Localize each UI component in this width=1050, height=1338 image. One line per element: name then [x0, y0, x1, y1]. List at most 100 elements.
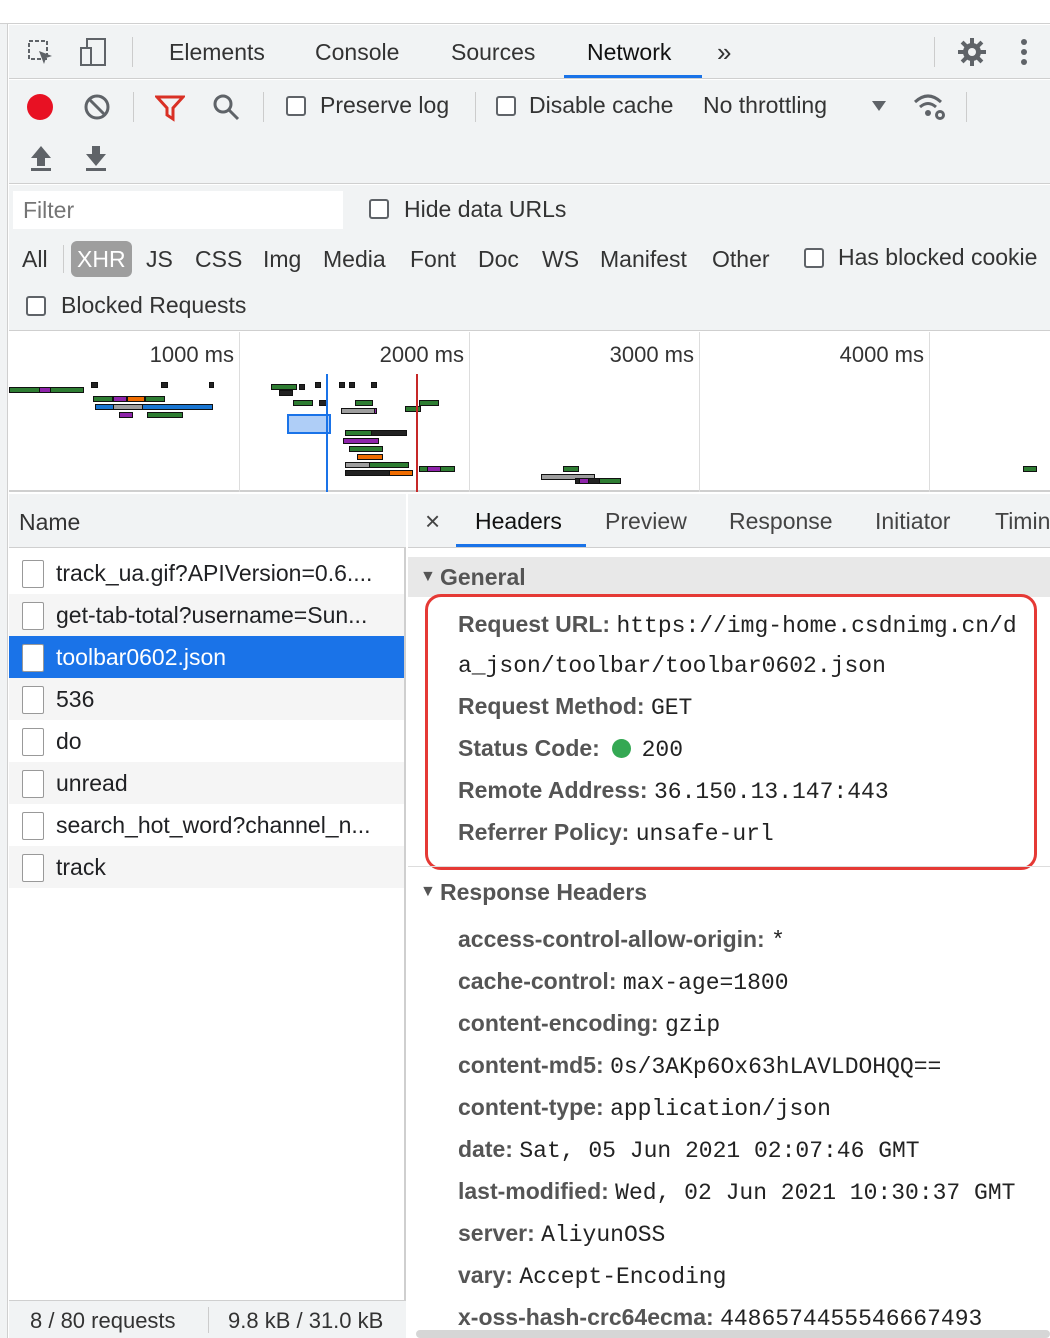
type-filter-font[interactable]: Font [410, 241, 456, 277]
request-name: toolbar0602.json [56, 644, 227, 670]
close-icon[interactable]: × [425, 494, 440, 548]
tab-timing[interactable]: Timin [995, 494, 1050, 548]
clear-icon[interactable] [83, 93, 111, 126]
header-key: date: [458, 1136, 513, 1162]
header-key: x-oss-hash-crc64ecma: [458, 1304, 714, 1330]
timeline-bar [349, 446, 383, 452]
timeline-bar [161, 382, 168, 388]
request-url-label: Request URL: [458, 611, 611, 637]
more-tabs-icon[interactable]: » [717, 25, 731, 79]
type-filter-media[interactable]: Media [323, 241, 386, 277]
type-filter-css[interactable]: CSS [195, 241, 242, 277]
header-key: vary: [458, 1262, 513, 1288]
timeline-bar [349, 382, 355, 388]
timeline-bar [279, 390, 293, 396]
expand-triangle-icon: ▼ [420, 568, 436, 585]
load-event-line [416, 374, 418, 492]
type-filter-img[interactable]: Img [263, 241, 301, 277]
requests-table-header[interactable]: Name [9, 494, 406, 548]
response-headers-title: Response Headers [440, 879, 648, 905]
filter-funnel-icon[interactable] [153, 94, 187, 127]
export-har-download-icon[interactable] [84, 144, 108, 177]
tab-response[interactable]: Response [729, 494, 833, 548]
general-section-header[interactable]: ▼ General [408, 557, 1050, 597]
record-icon[interactable] [25, 92, 55, 127]
blocked-requests-checkbox[interactable] [26, 296, 46, 316]
devtools-tab-bar: Elements Console Sources Network » [9, 25, 1050, 79]
file-icon [22, 644, 44, 672]
timeline-bar [345, 470, 395, 476]
request-row-selected[interactable]: toolbar0602.json [9, 636, 404, 678]
network-conditions-wifi-icon[interactable] [913, 92, 947, 127]
header-key: content-encoding: [458, 1010, 659, 1036]
device-toolbar-icon[interactable] [79, 37, 109, 72]
response-header-row: vary: Accept-Encoding [458, 1262, 726, 1290]
request-name: 536 [56, 686, 95, 712]
response-headers-section-header[interactable]: ▼ Response Headers [408, 872, 1050, 912]
request-row[interactable]: track [9, 846, 404, 888]
filter-input[interactable] [13, 191, 343, 229]
request-row[interactable]: 536 [9, 678, 404, 720]
kebab-menu-icon[interactable] [1019, 37, 1029, 72]
horizontal-scrollbar[interactable] [416, 1330, 1050, 1338]
request-row[interactable]: track_ua.gif?APIVersion=0.6.... [9, 552, 404, 594]
throttling-select[interactable]: No throttling [703, 92, 827, 119]
tab-elements[interactable]: Elements [169, 25, 265, 79]
expand-triangle-icon: ▼ [420, 883, 436, 900]
hide-data-urls-checkbox[interactable] [369, 199, 389, 219]
request-name: track [56, 854, 106, 880]
request-url-row: Request URL: https://img-home.csdnimg.cn… [458, 611, 1017, 639]
tab-initiator[interactable]: Initiator [875, 494, 950, 548]
dropdown-arrow-icon[interactable] [871, 99, 887, 117]
timeline-bar [127, 396, 145, 402]
type-filter-all[interactable]: All [22, 241, 48, 277]
request-method-value: GET [650, 695, 693, 721]
status-bar: 8 / 80 requests 9.8 kB / 31.0 kB [9, 1300, 406, 1338]
request-row[interactable]: do [9, 720, 404, 762]
header-value: Sat, 05 Jun 2021 02:07:46 GMT [519, 1138, 920, 1164]
header-key: cache-control: [458, 968, 617, 994]
request-method-label: Request Method: [458, 693, 645, 719]
file-icon [22, 560, 44, 588]
header-value: Accept-Encoding [519, 1264, 727, 1290]
type-filter-js[interactable]: JS [146, 241, 173, 277]
timeline-bar [563, 466, 579, 472]
timeline-bar [209, 382, 214, 388]
request-row[interactable]: get-tab-total?username=Sun... [9, 594, 404, 636]
inspect-element-icon[interactable] [27, 39, 55, 72]
preserve-log-label: Preserve log [320, 92, 450, 118]
type-filter-xhr[interactable]: XHR [71, 241, 132, 277]
tab-network[interactable]: Network [587, 25, 671, 79]
request-url-row-continued: a_json/toolbar/toolbar0602.json [458, 651, 886, 679]
timeline-bar [343, 438, 379, 444]
import-har-upload-icon[interactable] [29, 144, 53, 177]
settings-gear-icon[interactable] [957, 37, 987, 72]
name-column-header[interactable]: Name [19, 509, 80, 536]
network-overview-timeline[interactable]: 1000 ms 2000 ms 3000 ms 4000 ms [9, 332, 1050, 492]
disable-cache-checkbox[interactable] [496, 96, 516, 116]
header-value: 4486574455546667493 [720, 1306, 983, 1332]
left-gutter [0, 24, 8, 1338]
request-name: search_hot_word?channel_n... [56, 812, 371, 838]
timeline-tick: 4000 ms [839, 342, 924, 367]
request-name: unread [56, 770, 128, 796]
tab-sources[interactable]: Sources [451, 25, 535, 79]
tab-headers[interactable]: Headers [475, 494, 562, 548]
active-tab-indicator [564, 75, 702, 78]
filter-bar: Hide data URLs All XHR JS CSS Img Media … [9, 185, 1050, 331]
tab-preview[interactable]: Preview [605, 494, 687, 548]
type-filter-ws[interactable]: WS [542, 241, 579, 277]
preserve-log-checkbox[interactable] [286, 96, 306, 116]
search-icon[interactable] [211, 92, 241, 127]
type-filter-manifest[interactable]: Manifest [600, 241, 687, 277]
header-key: access-control-allow-origin: [458, 926, 765, 952]
tab-console[interactable]: Console [315, 25, 399, 79]
timeline-bar [419, 400, 439, 406]
request-row[interactable]: search_hot_word?channel_n... [9, 804, 404, 846]
has-blocked-cookies-checkbox[interactable] [804, 248, 824, 268]
referrer-policy-label: Referrer Policy: [458, 819, 630, 845]
type-filter-doc[interactable]: Doc [478, 241, 519, 277]
request-row[interactable]: unread [9, 762, 404, 804]
timeline-bar [315, 382, 321, 388]
type-filter-other[interactable]: Other [712, 241, 770, 277]
